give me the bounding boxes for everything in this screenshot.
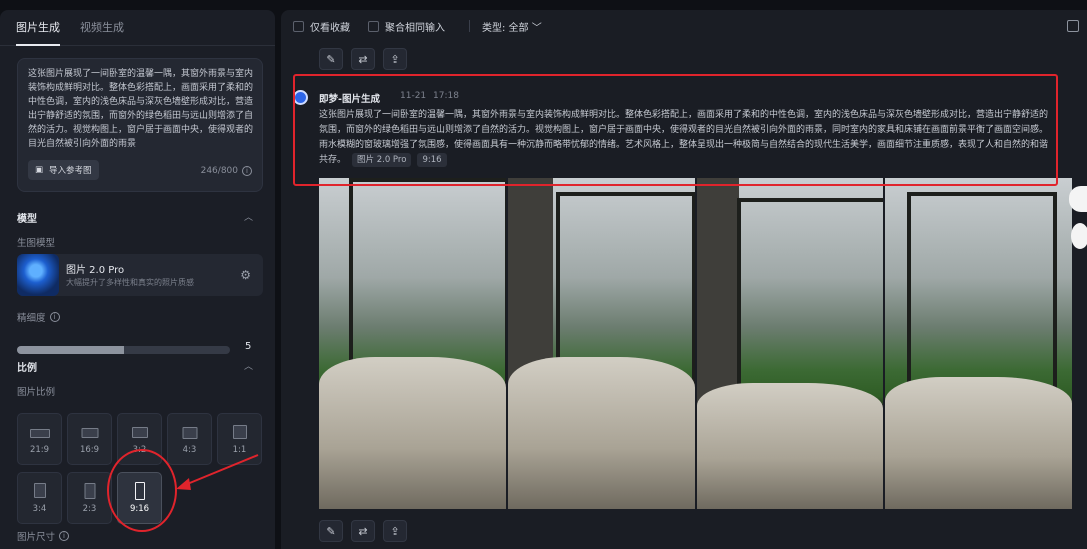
- generated-image-3[interactable]: [696, 178, 884, 509]
- ratio-shape-icon: [81, 428, 98, 438]
- ratio-option-3-2[interactable]: 3:2: [117, 413, 162, 465]
- merge-input-checkbox[interactable]: [368, 20, 379, 32]
- top-toolbar: ✎ ⇄ ⇪: [319, 48, 407, 70]
- model-description: 大幅提升了多样性和真实的照片质感: [66, 278, 194, 287]
- ratio-shape-icon: [131, 427, 148, 438]
- char-counter-text: 246/800: [200, 166, 238, 176]
- window-frame: [736, 198, 884, 408]
- ratio-shape-icon: [232, 425, 247, 439]
- ratio-shape-icon: [134, 482, 145, 500]
- precision-label-text: 精细度: [17, 313, 46, 324]
- model-section-title: 模型: [17, 214, 37, 225]
- regenerate-icon[interactable]: ⇄: [351, 48, 375, 70]
- ratio-label-text: 3:4: [32, 504, 47, 514]
- model-name: 图片 2.0 Pro: [66, 265, 125, 276]
- import-reference-button[interactable]: ▣ 导入参考图: [28, 160, 99, 180]
- post-date: 11-21: [400, 91, 427, 101]
- chevron-down-icon: ﹀: [531, 22, 542, 34]
- share-icon[interactable]: ⇪: [383, 48, 407, 70]
- prompt-textarea[interactable]: 这张图片展现了一间卧室的温馨一隅，其窗外雨景与室内装饰构成鲜明对比。整体色彩搭配…: [28, 67, 254, 147]
- gen-model-label: 生图模型: [17, 238, 56, 249]
- type-filter-dropdown[interactable]: 类型: 全部 ﹀: [482, 19, 542, 34]
- info-icon[interactable]: i: [49, 312, 60, 322]
- bed: [319, 356, 506, 509]
- ratio-section-title: 比例: [17, 363, 37, 374]
- ratio-option-16-9[interactable]: 16:9: [67, 413, 112, 465]
- ratio-shape-icon: [33, 483, 46, 498]
- ratio-option-9-16[interactable]: 9:16: [117, 472, 162, 524]
- jimeng-avatar-icon: [293, 90, 308, 105]
- regenerate-icon[interactable]: ⇄: [351, 520, 375, 542]
- ratio-label-text: 21:9: [29, 445, 50, 455]
- prompt-input-box[interactable]: 这张图片展现了一间卧室的温馨一隅，其窗外雨景与室内装饰构成鲜明对比。整体色彩搭配…: [17, 58, 263, 192]
- ratio-shape-icon: [84, 483, 95, 499]
- edit-icon[interactable]: ✎: [319, 48, 343, 70]
- info-icon[interactable]: i: [242, 166, 252, 176]
- share-icon[interactable]: ⇪: [383, 520, 407, 542]
- generation-settings-panel: 图片生成 视频生成 这张图片展现了一间卧室的温馨一隅，其窗外雨景与室内装饰构成鲜…: [0, 10, 275, 549]
- size-label: 图片尺寸 i: [17, 529, 70, 543]
- sliders-icon[interactable]: ⚙: [240, 268, 251, 282]
- model-selector[interactable]: 图片 2.0 Pro 大幅提升了多样性和真实的照片质感 ⚙: [17, 254, 263, 296]
- chevron-up-icon[interactable]: ︿: [244, 359, 253, 372]
- divider: [469, 20, 470, 32]
- filter-bar: 仅看收藏 聚合相同输入 类型: 全部 ﹀: [281, 10, 1087, 42]
- ratio-option-4-3[interactable]: 4:3: [167, 413, 212, 465]
- ratio-tag: 9:16: [417, 153, 447, 167]
- post-description: 这张图片展现了一间卧室的温馨一隅，其窗外雨景与室内装饰构成鲜明对比。整体色彩搭配…: [319, 108, 1055, 168]
- generated-image-4[interactable]: [885, 178, 1072, 509]
- ratio-option-21-9[interactable]: 21:9: [17, 413, 62, 465]
- bottom-toolbar: ✎ ⇄ ⇪: [319, 520, 407, 542]
- ratio-label: 图片比例: [17, 387, 56, 398]
- generated-images: [319, 178, 1072, 509]
- ratio-option-2-3[interactable]: 2:3: [67, 472, 112, 524]
- generated-image-1[interactable]: [319, 178, 506, 509]
- type-filter-label: 类型: 全部: [482, 22, 529, 34]
- bed: [507, 356, 695, 509]
- ratio-label-text: 4:3: [182, 445, 197, 455]
- ratio-label-text: 2:3: [82, 504, 97, 514]
- ratio-shape-icon: [182, 427, 197, 439]
- precision-value: 5: [245, 341, 252, 352]
- precision-label: 精细度 i: [17, 310, 60, 324]
- bed: [885, 376, 1072, 509]
- import-reference-label: 导入参考图: [49, 166, 92, 176]
- post-time: 17:18: [433, 91, 459, 101]
- model-tag: 图片 2.0 Pro: [352, 153, 412, 167]
- window-frame: [907, 192, 1058, 402]
- ratio-option-1-1[interactable]: 1:1: [217, 413, 262, 465]
- tab-image-generation[interactable]: 图片生成: [16, 10, 60, 46]
- broken-image-icon[interactable]: [1069, 186, 1087, 212]
- results-feed: 仅看收藏 聚合相同输入 类型: 全部 ﹀ ✎ ⇄ ⇪ 即梦-图片生成 11-21…: [281, 10, 1087, 549]
- precision-slider-fill: [17, 346, 124, 354]
- info-icon[interactable]: i: [59, 531, 70, 541]
- char-counter: 246/800 i: [201, 166, 252, 176]
- chevron-up-icon[interactable]: ︿: [244, 210, 253, 223]
- ratio-label-text: 1:1: [232, 445, 247, 455]
- precision-slider[interactable]: [17, 346, 230, 354]
- tab-video-generation[interactable]: 视频生成: [80, 10, 124, 46]
- size-label-text: 图片尺寸: [17, 532, 56, 543]
- app-window: 图片生成 视频生成 这张图片展现了一间卧室的温馨一隅，其窗外雨景与室内装饰构成鲜…: [0, 0, 1087, 549]
- ratio-option-3-4[interactable]: 3:4: [17, 472, 62, 524]
- ratio-label-text: 16:9: [79, 445, 100, 455]
- ratio-shape-icon: [29, 429, 50, 438]
- ratio-label-text: 3:2: [132, 445, 147, 455]
- mode-tabs: 图片生成 视频生成: [0, 10, 275, 46]
- bed: [696, 383, 884, 509]
- only-favorites-checkbox[interactable]: [293, 20, 304, 32]
- post-author: 即梦-图片生成: [319, 94, 380, 105]
- generated-image-2[interactable]: [507, 178, 695, 509]
- ratio-label-text: 9:16: [129, 504, 150, 514]
- model-thumbnail: [17, 254, 59, 296]
- image-icon: ▣: [35, 165, 44, 175]
- merge-input-label[interactable]: 聚合相同输入: [385, 19, 445, 34]
- edit-icon[interactable]: ✎: [319, 520, 343, 542]
- float-button[interactable]: [1071, 223, 1087, 249]
- folder-icon[interactable]: [1067, 20, 1079, 32]
- only-favorites-label[interactable]: 仅看收藏: [310, 19, 350, 34]
